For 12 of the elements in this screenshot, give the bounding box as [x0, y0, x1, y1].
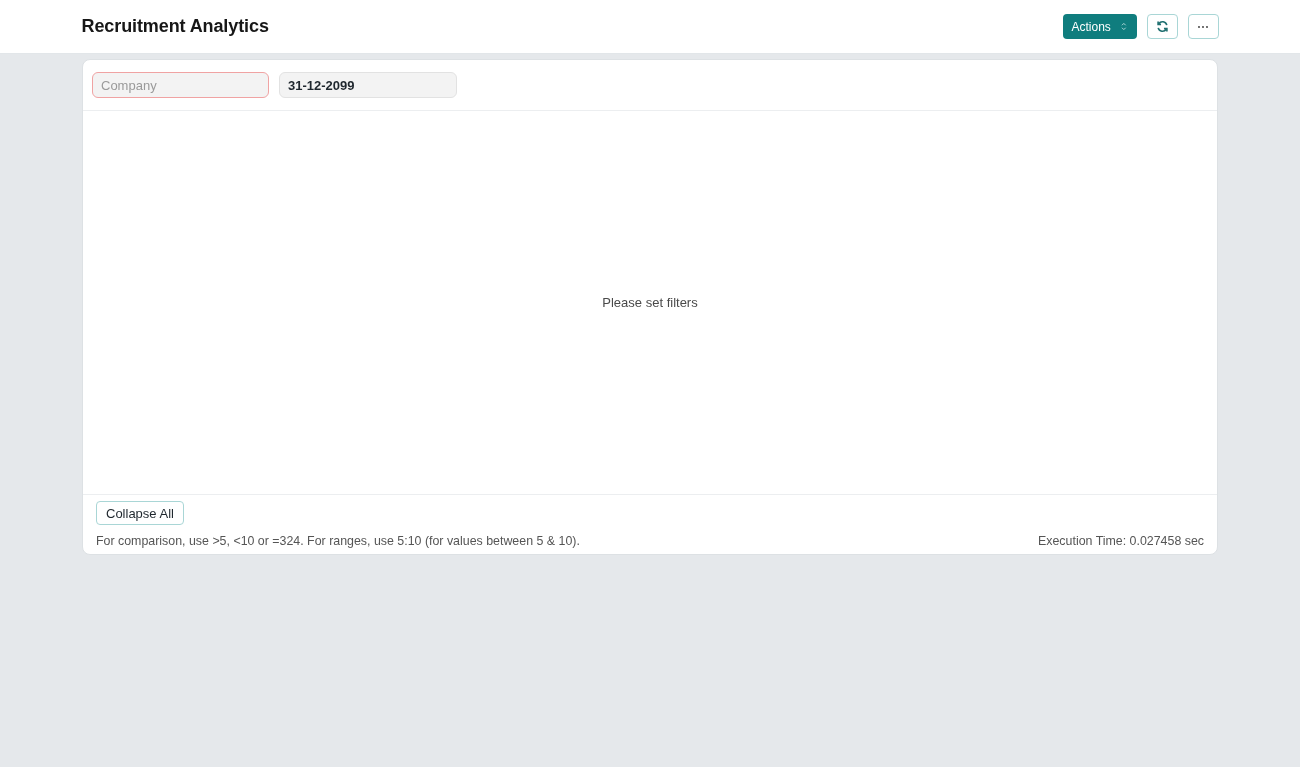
empty-message: Please set filters: [602, 295, 698, 310]
refresh-button[interactable]: [1146, 14, 1178, 39]
page-title: Recruitment Analytics: [81, 16, 269, 37]
date-field[interactable]: 31-12-2099: [279, 72, 457, 98]
caret-icon: [1120, 22, 1127, 31]
refresh-icon: [1155, 20, 1169, 33]
more-icon: [1198, 25, 1208, 28]
execution-time: Execution Time: 0.027458 sec: [1038, 534, 1204, 548]
help-text: For comparison, use >5, <10 or =324. For ranges, use 5:10 (for values between 5 & 10).: [96, 534, 580, 548]
company-field[interactable]: Company: [92, 72, 269, 98]
collapse-all-button[interactable]: Collapse All: [96, 501, 184, 525]
actions-button[interactable]: Actions: [1062, 14, 1137, 39]
